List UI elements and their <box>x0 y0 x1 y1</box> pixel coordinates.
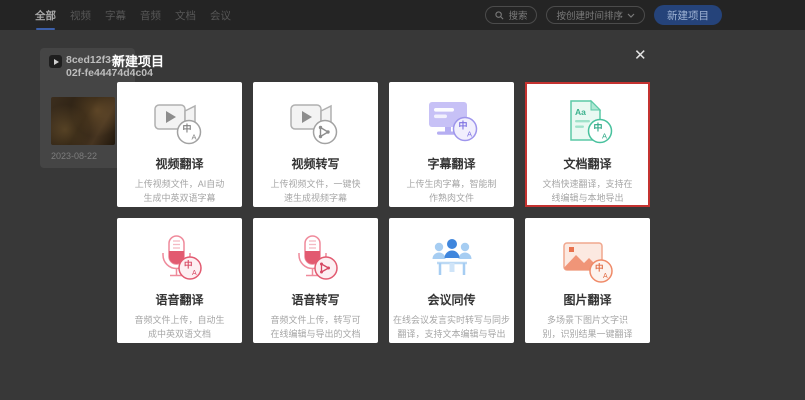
video-file-icon <box>49 55 62 68</box>
video-transcribe-icon <box>284 96 348 152</box>
audio-translate-icon: 中 A <box>148 232 212 288</box>
card-image-translate[interactable]: 中 A 图片翻译 多场景下图片文字识 别，识别结果一键翻译 <box>525 218 650 343</box>
chevron-down-icon <box>627 13 635 18</box>
navbar-actions: 搜索 按创建时间排序 新建项目 <box>485 5 722 25</box>
top-navbar: 全部 视频 字幕 音频 文档 会议 搜索 按创建时间排序 新建项目 <box>0 0 805 30</box>
project-thumbnail <box>51 97 115 145</box>
modal-title: 新建项目 <box>112 51 164 70</box>
svg-text:A: A <box>191 133 196 142</box>
tab-meeting[interactable]: 会议 <box>210 8 231 23</box>
card-subtitle-translate[interactable]: 中 A 字幕翻译 上传生肉字幕，智能制 作熟肉文件 <box>389 82 514 207</box>
card-title: 语音转写 <box>291 291 339 308</box>
card-title: 视频转写 <box>291 155 339 172</box>
video-translate-icon: 中 A <box>148 96 212 152</box>
card-video-translate[interactable]: 中 A 视频翻译 上传视频文件，AI自动 生成中英双语字幕 <box>117 82 242 207</box>
card-title: 会议同传 <box>427 291 475 308</box>
document-translate-icon: Aa 中 A <box>556 96 620 152</box>
category-tabs: 全部 视频 字幕 音频 文档 会议 <box>35 8 231 23</box>
close-icon[interactable]: ✕ <box>634 47 647 65</box>
card-audio-translate[interactable]: 中 A 语音翻译 音频文件上传，自动生 成中英双语文档 <box>117 218 242 343</box>
search-label: 搜索 <box>508 8 527 22</box>
project-date: 2023-08-22 <box>51 151 97 161</box>
card-video-transcribe[interactable]: 视频转写 上传视频文件，一键快 速生成视频字幕 <box>253 82 378 207</box>
card-desc: 上传生肉字幕，智能制 作熟肉文件 <box>404 178 498 205</box>
card-desc: 多场景下图片文字识 别，识别结果一键翻译 <box>540 314 634 341</box>
new-project-button[interactable]: 新建项目 <box>654 5 722 25</box>
card-title: 语音翻译 <box>155 291 203 308</box>
card-desc: 在线会议发言实时转写与同步 翻译，支持文本编辑与导出 <box>391 314 512 341</box>
svg-text:A: A <box>603 273 608 280</box>
svg-text:中: 中 <box>184 260 193 270</box>
tab-subtitle[interactable]: 字幕 <box>105 8 126 23</box>
tab-audio[interactable]: 音频 <box>140 8 161 23</box>
svg-text:Aa: Aa <box>575 107 586 117</box>
card-desc: 文档快速翻译，支持在 线编辑与本地导出 <box>540 178 634 205</box>
sort-dropdown[interactable]: 按创建时间排序 <box>546 6 645 24</box>
tab-all[interactable]: 全部 <box>35 8 56 23</box>
svg-text:中: 中 <box>182 123 191 134</box>
svg-text:A: A <box>602 132 607 141</box>
card-audio-transcribe[interactable]: 语音转写 音频文件上传，转写可 在线编辑与导出的文档 <box>253 218 378 343</box>
card-desc: 上传视频文件，AI自动 生成中英双语字幕 <box>133 178 227 205</box>
card-meeting-interpretation[interactable]: 会议同传 在线会议发言实时转写与同步 翻译，支持文本编辑与导出 <box>389 218 514 343</box>
svg-text:A: A <box>467 130 472 139</box>
meeting-interpretation-icon <box>420 232 484 288</box>
card-title: 文档翻译 <box>563 155 611 172</box>
card-title: 图片翻译 <box>563 291 611 308</box>
card-desc: 音频文件上传，自动生 成中英双语文档 <box>132 314 226 341</box>
card-document-translate[interactable]: Aa 中 A 文档翻译 文档快速翻译，支持在 线编辑与本地导出 <box>525 82 650 207</box>
search-button[interactable]: 搜索 <box>485 6 537 24</box>
sort-label: 按创建时间排序 <box>556 8 623 22</box>
card-desc: 音频文件上传，转写可 在线编辑与导出的文档 <box>268 314 362 341</box>
tab-document[interactable]: 文档 <box>175 8 196 23</box>
audio-transcribe-icon <box>284 232 348 288</box>
search-icon <box>495 11 504 20</box>
app-window: 全部 视频 字幕 音频 文档 会议 搜索 按创建时间排序 新建项目 <box>0 0 805 400</box>
tab-video[interactable]: 视频 <box>70 8 91 23</box>
subtitle-translate-icon: 中 A <box>420 96 484 152</box>
card-title: 字幕翻译 <box>427 155 475 172</box>
project-type-grid: 中 A 视频翻译 上传视频文件，AI自动 生成中英双语字幕 视频转写 上 <box>117 82 650 343</box>
image-translate-icon: 中 A <box>556 232 620 288</box>
card-title: 视频翻译 <box>155 155 203 172</box>
card-desc: 上传视频文件，一键快 速生成视频字幕 <box>268 178 362 205</box>
svg-text:A: A <box>192 270 197 277</box>
svg-text:中: 中 <box>595 263 604 273</box>
